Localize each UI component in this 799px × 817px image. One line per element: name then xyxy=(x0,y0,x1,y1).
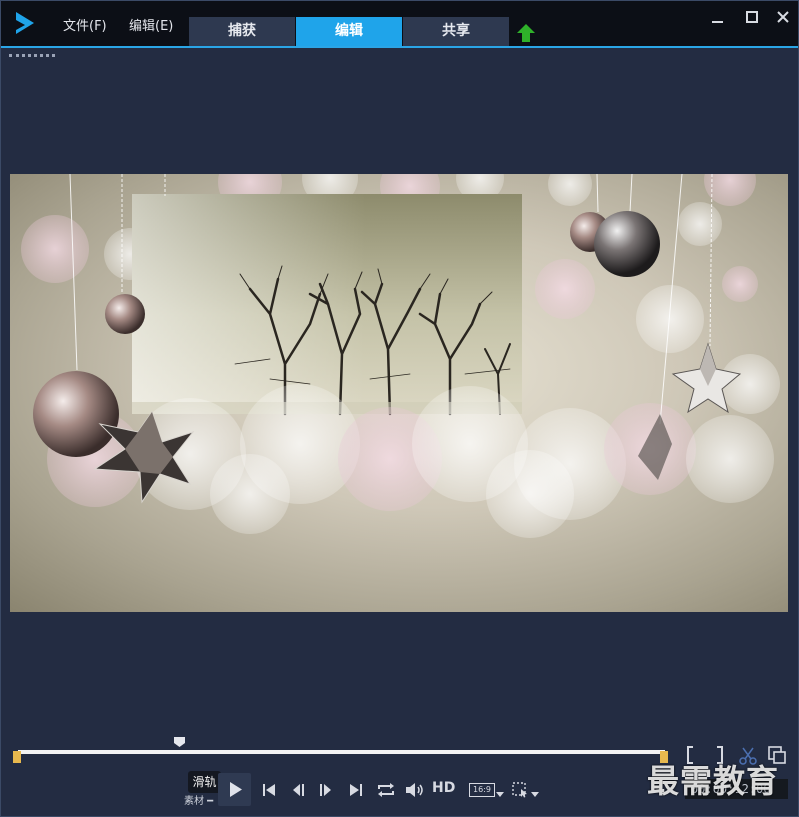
accent-line xyxy=(1,46,798,48)
play-button[interactable] xyxy=(218,773,251,806)
chevron-down-icon[interactable] xyxy=(531,792,539,798)
previous-frame-icon[interactable] xyxy=(290,779,308,801)
minimize-button[interactable] xyxy=(707,7,729,29)
close-icon xyxy=(777,11,789,23)
play-icon xyxy=(230,782,242,797)
app-logo-icon xyxy=(16,12,34,34)
volume-icon[interactable] xyxy=(403,779,425,801)
playback-scrubber[interactable] xyxy=(18,750,665,754)
mark-in-icon[interactable] xyxy=(13,751,21,763)
crop-icon[interactable] xyxy=(512,782,528,798)
close-button[interactable] xyxy=(772,7,794,29)
preview-frame-image xyxy=(21,174,780,538)
tab-share[interactable]: 共享 xyxy=(403,17,509,46)
upload-arrow-icon[interactable] xyxy=(516,23,536,43)
tab-capture[interactable]: 捕获 xyxy=(189,17,295,46)
maximize-button[interactable] xyxy=(741,7,763,29)
next-frame-icon[interactable] xyxy=(316,779,334,801)
go-to-start-icon[interactable] xyxy=(260,779,278,801)
aspect-ratio-icon[interactable]: 16:9 xyxy=(469,783,495,797)
mode-label[interactable]: 素材 ━ xyxy=(184,792,213,807)
menu-edit[interactable]: 编辑(E) xyxy=(129,15,173,34)
video-editor-window: 文件(F) 编辑(E) 捕获 编辑 共享 滑轨 素材 ━ HD 16:9 00:… xyxy=(0,0,799,817)
tab-edit[interactable]: 编辑 xyxy=(296,17,402,46)
go-to-end-icon[interactable] xyxy=(347,779,365,801)
panel-grip-handle[interactable] xyxy=(9,54,55,60)
title-bar: 文件(F) 编辑(E) 捕获 编辑 共享 xyxy=(1,1,798,46)
hd-toggle[interactable]: HD xyxy=(432,780,455,796)
video-preview xyxy=(10,174,788,612)
scrubber-handle-icon[interactable] xyxy=(173,736,186,748)
minimize-icon xyxy=(712,21,723,23)
watermark-text: 最需教育 xyxy=(647,762,780,800)
menu-file[interactable]: 文件(F) xyxy=(63,15,107,34)
scrubber-tooltip: 滑轨 xyxy=(188,771,221,793)
repeat-icon[interactable] xyxy=(375,779,397,801)
chevron-down-icon[interactable] xyxy=(496,792,504,798)
maximize-icon xyxy=(746,11,758,23)
